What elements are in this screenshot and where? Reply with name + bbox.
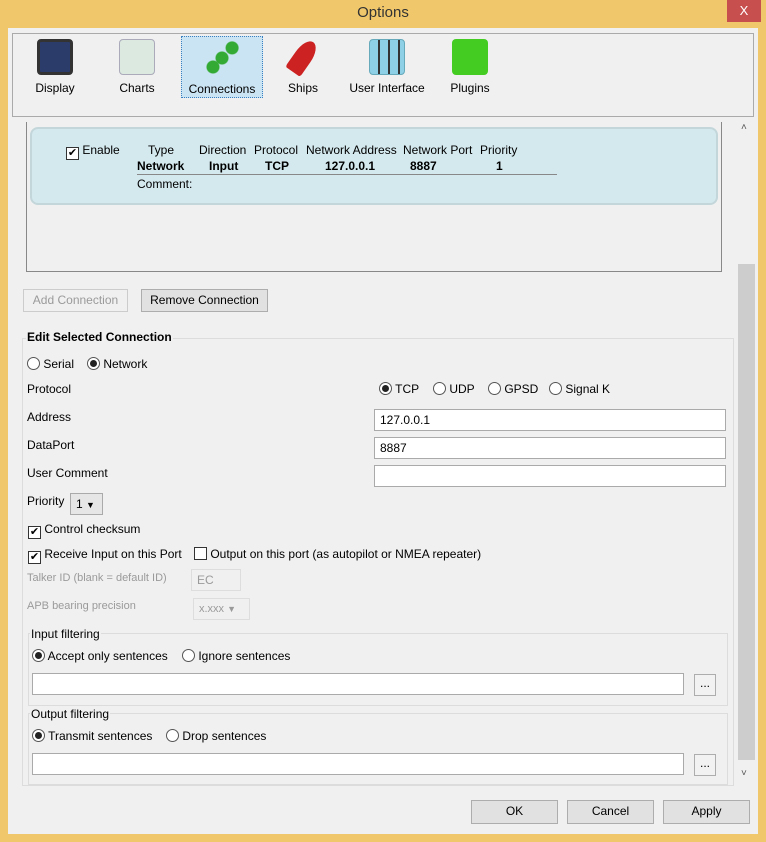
comment-label: Comment:: [137, 177, 193, 191]
vertical-scrollbar[interactable]: ˄ ˅: [737, 120, 755, 788]
tab-label: Display: [35, 81, 75, 95]
value-protocol: TCP: [265, 159, 289, 173]
serial-radio[interactable]: [27, 357, 40, 370]
tab-label: User Interface: [349, 81, 425, 95]
apply-button[interactable]: Apply: [663, 800, 750, 824]
udp-radio[interactable]: [433, 382, 446, 395]
output-filtering-title: Output filtering: [30, 707, 111, 721]
value-address: 127.0.0.1: [325, 159, 376, 173]
tab-label: Ships: [287, 81, 319, 95]
apb-value: x.xxx: [199, 603, 225, 615]
enable-label: Enable: [82, 143, 120, 157]
user-comment-input[interactable]: [374, 465, 726, 487]
priority-select[interactable]: 1 ▼: [70, 493, 103, 515]
header-network-port: Network Port: [403, 143, 473, 157]
tab-display[interactable]: Display: [23, 36, 87, 98]
value-direction: Input: [209, 159, 239, 173]
signalk-radio[interactable]: [549, 382, 562, 395]
remove-connection-button[interactable]: Remove Connection: [141, 289, 268, 312]
enable-checkbox[interactable]: ✔: [66, 147, 79, 160]
connections-icon: [204, 40, 240, 76]
tab-ships[interactable]: Ships: [275, 36, 331, 98]
network-radio[interactable]: [87, 357, 100, 370]
address-input[interactable]: 127.0.0.1: [374, 409, 726, 431]
plugins-icon: [452, 39, 488, 75]
serial-label: Serial: [43, 357, 75, 371]
ok-button[interactable]: OK: [471, 800, 558, 824]
value-type: Network: [137, 159, 185, 173]
drop-sentences-radio[interactable]: [166, 729, 179, 742]
talker-id-input[interactable]: EC: [191, 569, 241, 591]
receive-input-checkbox[interactable]: ✔: [28, 551, 41, 564]
dataport-label: DataPort: [27, 438, 75, 452]
value-priority: 1: [496, 159, 503, 173]
output-port-label: Output on this port (as autopilot or NME…: [210, 547, 482, 561]
udp-label: UDP: [449, 382, 475, 396]
receive-input-label: Receive Input on this Port: [44, 547, 182, 561]
ignore-sentences-label: Ignore sentences: [198, 649, 291, 663]
close-button[interactable]: X: [727, 0, 761, 22]
header-direction: Direction: [199, 143, 247, 157]
tab-label: Connections: [188, 82, 256, 96]
cancel-button[interactable]: Cancel: [567, 800, 654, 824]
protocol-label: Protocol: [27, 382, 72, 396]
scroll-down-icon[interactable]: ˅: [741, 768, 747, 779]
scroll-up-icon[interactable]: ˄: [741, 122, 747, 133]
tcp-radio[interactable]: [379, 382, 392, 395]
dataport-input[interactable]: 8887: [374, 437, 726, 459]
divider: [137, 174, 557, 175]
edit-section-title: Edit Selected Connection: [26, 330, 173, 344]
apb-precision-select[interactable]: x.xxx ▼: [193, 598, 250, 620]
input-filter-browse-button[interactable]: ...: [694, 674, 716, 696]
input-filtering-group: [28, 633, 728, 706]
tab-connections[interactable]: Connections: [181, 36, 263, 98]
output-port-checkbox[interactable]: [194, 547, 207, 560]
tab-label: Plugins: [450, 81, 490, 95]
user-interface-icon: [369, 39, 405, 75]
transmit-sentences-label: Transmit sentences: [48, 729, 153, 743]
output-filter-browse-button[interactable]: ...: [694, 754, 716, 776]
network-label: Network: [103, 357, 148, 371]
control-checksum-checkbox[interactable]: ✔: [28, 526, 41, 539]
transmit-sentences-radio[interactable]: [32, 729, 45, 742]
add-connection-button[interactable]: Add Connection: [23, 289, 128, 312]
header-type: Type: [148, 143, 175, 157]
header-protocol: Protocol: [254, 143, 299, 157]
ships-icon: [285, 37, 321, 77]
address-label: Address: [27, 410, 72, 424]
connection-row[interactable]: ✔ Enable Type Direction Protocol Network…: [30, 127, 718, 205]
control-checksum-label: Control checksum: [44, 522, 141, 536]
gpsd-label: GPSD: [504, 382, 539, 396]
window-title: Options: [357, 4, 409, 21]
tab-charts[interactable]: Charts: [105, 36, 169, 98]
tab-label: Charts: [119, 81, 155, 95]
charts-icon: [119, 39, 155, 75]
input-filtering-title: Input filtering: [30, 627, 101, 641]
input-filter-input[interactable]: [32, 673, 684, 695]
tab-user-interface[interactable]: User Interface: [347, 36, 427, 98]
ignore-sentences-radio[interactable]: [182, 649, 195, 662]
header-priority: Priority: [480, 143, 518, 157]
tcp-label: TCP: [395, 382, 420, 396]
accept-sentences-label: Accept only sentences: [47, 649, 168, 663]
gpsd-radio[interactable]: [488, 382, 501, 395]
talker-id-label: Talker ID (blank = default ID): [27, 572, 167, 584]
chevron-down-icon: ▼: [227, 604, 237, 614]
chevron-down-icon: ▼: [86, 500, 95, 510]
scrollbar-thumb[interactable]: [738, 264, 755, 760]
options-toolbar: Display Charts Connections Ships User In…: [12, 33, 754, 117]
drop-sentences-label: Drop sentences: [182, 729, 267, 743]
tab-plugins[interactable]: Plugins: [441, 36, 499, 98]
output-filter-input[interactable]: [32, 753, 684, 775]
user-comment-label: User Comment: [27, 466, 108, 480]
accept-sentences-radio[interactable]: [32, 649, 45, 662]
display-icon: [37, 39, 73, 75]
priority-value: 1: [76, 497, 83, 511]
signalk-label: Signal K: [565, 382, 611, 396]
value-port: 8887: [410, 159, 437, 173]
header-network-address: Network Address: [306, 143, 397, 157]
priority-label: Priority: [27, 494, 65, 508]
apb-precision-label: APB bearing precision: [27, 600, 136, 612]
